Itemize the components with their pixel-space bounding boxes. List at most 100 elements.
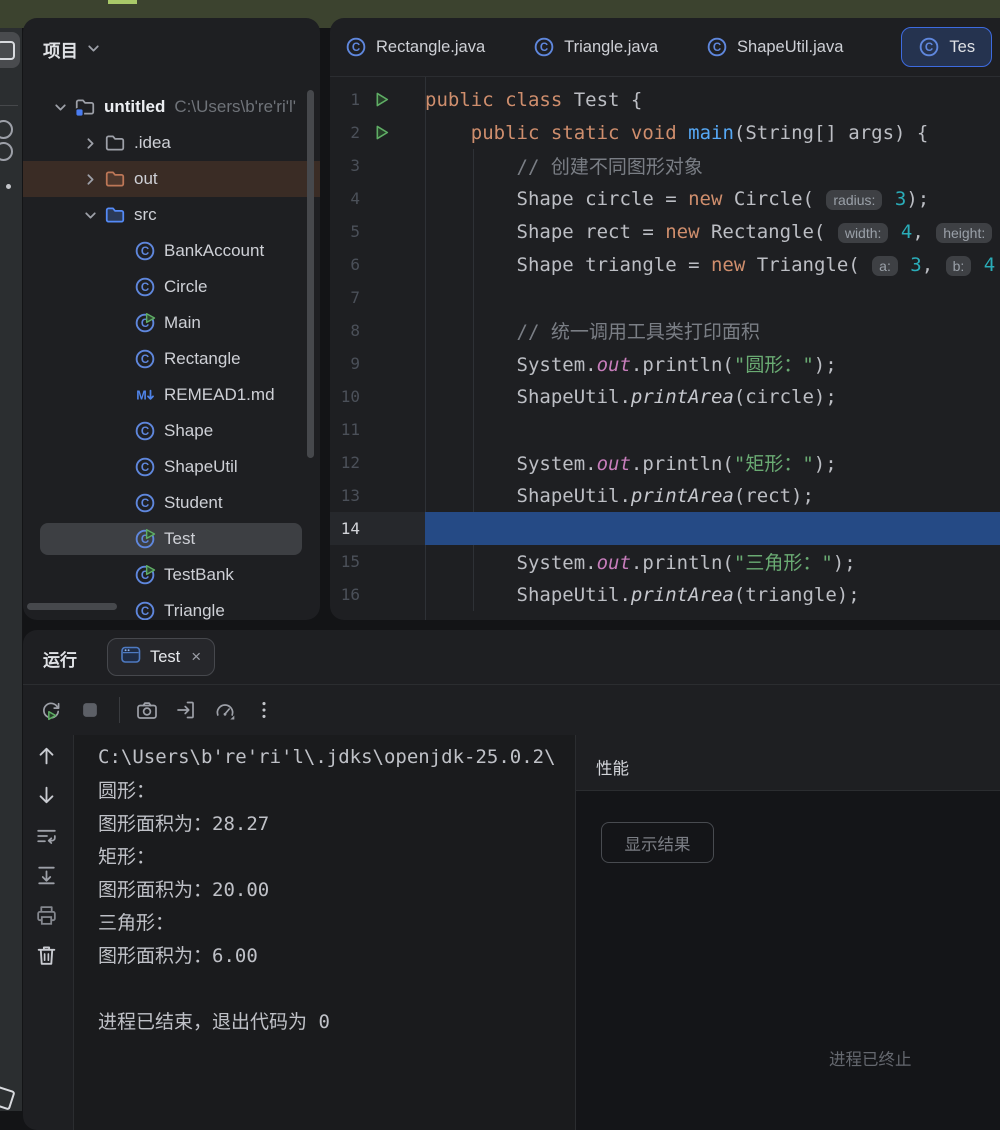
code-text: Shape circle = new Circle( radius: 3); bbox=[425, 188, 929, 210]
rerun-icon[interactable] bbox=[39, 698, 63, 722]
run-line-icon[interactable] bbox=[369, 91, 395, 108]
tree-item-out[interactable]: out bbox=[23, 161, 320, 197]
tree-item-main[interactable]: CMain bbox=[23, 305, 320, 341]
tree-item-untitled[interactable]: untitledC:\Users\b're'ri'l' bbox=[23, 89, 320, 125]
code-editor[interactable]: 1public class Test {2 public static void… bbox=[330, 77, 1000, 620]
chevron-right-icon[interactable] bbox=[77, 171, 103, 188]
svg-text:M: M bbox=[136, 388, 147, 402]
excluded-folder-icon bbox=[103, 168, 126, 191]
close-icon[interactable]: × bbox=[191, 647, 201, 667]
console-line: 圆形： bbox=[74, 773, 574, 806]
tree-item-shape[interactable]: CShape bbox=[23, 413, 320, 449]
console-line: 三角形： bbox=[74, 905, 574, 938]
code-line-3: 3 // 创建不同图形对象 bbox=[330, 149, 1000, 182]
profiler-icon[interactable] bbox=[213, 698, 237, 722]
console-output[interactable]: C:\Users\b're'ri'l\.jdks\openjdk-25.0.2\… bbox=[74, 740, 574, 1130]
line-number: 5 bbox=[330, 222, 360, 241]
line-number: 7 bbox=[330, 288, 360, 307]
editor-area[interactable]: CRectangle.javaCTriangle.java C ShapeUtil.… bbox=[330, 18, 1000, 620]
tree-item-bankaccount[interactable]: CBankAccount bbox=[23, 233, 320, 269]
class-icon: C bbox=[133, 600, 156, 621]
chevron-down-icon[interactable] bbox=[47, 99, 73, 116]
attach-icon[interactable] bbox=[174, 698, 198, 722]
scrollend-icon[interactable] bbox=[33, 862, 59, 888]
editor-tab-label: Triangle.java bbox=[564, 38, 658, 57]
parameter-hint: b: bbox=[946, 256, 972, 276]
editor-tab-rectangle-java[interactable]: CRectangle.java bbox=[330, 18, 509, 76]
editor-tab-shapeutil-java[interactable]: C ShapeUtil.java bbox=[682, 18, 867, 76]
editor-tab-triangle-java[interactable]: CTriangle.java bbox=[509, 18, 682, 76]
tree-item-src[interactable]: src bbox=[23, 197, 320, 233]
code-line-12: 12 System.out.println("矩形："); bbox=[330, 446, 1000, 479]
source-folder-icon bbox=[103, 204, 126, 227]
tree-item-remead1-md[interactable]: MREMEAD1.md bbox=[23, 377, 320, 413]
commit-tool-icon[interactable] bbox=[0, 142, 13, 161]
down-icon[interactable] bbox=[33, 782, 59, 808]
class-icon: C bbox=[133, 240, 156, 263]
more-dot-icon[interactable] bbox=[6, 184, 11, 189]
class-icon: C bbox=[133, 348, 156, 371]
tree-item-circle[interactable]: CCircle bbox=[23, 269, 320, 305]
run-toolbar bbox=[39, 685, 291, 735]
softwrap-icon[interactable] bbox=[33, 822, 59, 848]
print-icon[interactable] bbox=[33, 902, 59, 928]
project-panel: 项目 untitledC:\Users\b're'ri'l'.ideaout sr… bbox=[23, 18, 320, 620]
line-number: 4 bbox=[330, 189, 360, 208]
tree-horizontal-scrollbar[interactable] bbox=[27, 603, 117, 610]
tree-item-label: ShapeUtil bbox=[164, 457, 238, 477]
editor-tab-label: ShapeUtil.java bbox=[737, 38, 843, 57]
tree-item--idea[interactable]: .idea bbox=[23, 125, 320, 161]
code-line-2: 2 public static void main(String[] args)… bbox=[330, 116, 1000, 149]
tree-item-label: TestBank bbox=[164, 565, 234, 585]
code-text: // 统一调用工具类打印面积 bbox=[425, 317, 760, 344]
screenshot-icon[interactable] bbox=[135, 698, 159, 722]
stop-icon[interactable] bbox=[78, 698, 102, 722]
tree-item-label: Shape bbox=[164, 421, 213, 441]
tree-item-student[interactable]: CStudent bbox=[23, 485, 320, 521]
line-number: 15 bbox=[330, 552, 360, 571]
code-text: ShapeUtil.printArea(rect); bbox=[425, 485, 814, 507]
editor-tab-tes[interactable]: CTes bbox=[901, 27, 992, 67]
line-number: 3 bbox=[330, 156, 360, 175]
commit-tool-icon[interactable] bbox=[0, 120, 13, 139]
code-text: ShapeUtil.printArea(circle); bbox=[425, 386, 837, 408]
tree-item-label: Main bbox=[164, 313, 201, 333]
tree-item-testbank[interactable]: CTestBank bbox=[23, 557, 320, 593]
console-line: 矩形： bbox=[74, 839, 574, 872]
bottom-tool-icon[interactable] bbox=[0, 1085, 16, 1110]
chevron-right-icon[interactable] bbox=[77, 135, 103, 152]
up-icon[interactable] bbox=[33, 742, 59, 768]
toolbar-separator bbox=[119, 697, 120, 723]
svg-text:C: C bbox=[140, 246, 149, 258]
tree-item-label: untitled bbox=[104, 97, 165, 117]
tree-vertical-scrollbar[interactable] bbox=[307, 90, 314, 458]
run-tab-test[interactable]: Test × bbox=[107, 638, 215, 676]
tree-item-test[interactable]: CTest bbox=[23, 521, 320, 557]
code-text: ShapeUtil.printArea(triangle); bbox=[425, 584, 860, 606]
line-number: 13 bbox=[330, 486, 360, 505]
project-folder-icon bbox=[73, 96, 96, 119]
tree-item-shapeutil[interactable]: CShapeUtil bbox=[23, 449, 320, 485]
code-line-6: 6 Shape triangle = new Triangle( a: 3, b… bbox=[330, 248, 1000, 281]
class-icon: C bbox=[706, 36, 728, 58]
run-line-icon[interactable] bbox=[369, 124, 395, 141]
svg-text:C: C bbox=[140, 282, 149, 294]
trash-icon[interactable] bbox=[33, 942, 59, 968]
tree-item-label: src bbox=[134, 205, 157, 225]
chevron-down-icon[interactable] bbox=[77, 207, 103, 224]
code-lines: 1public class Test {2 public static void… bbox=[330, 83, 1000, 611]
tree-item-label: Triangle bbox=[164, 601, 225, 620]
performance-title: 性能 bbox=[596, 755, 629, 779]
performance-body: 显示结果 进程已终止 bbox=[576, 791, 1000, 1130]
parameter-hint: width: bbox=[838, 223, 889, 243]
code-text: Shape rect = new Rectangle( width: 4, he… bbox=[425, 221, 993, 243]
stripe-divider bbox=[0, 105, 18, 106]
project-tool-icon[interactable] bbox=[0, 32, 20, 68]
tree-item-rectangle[interactable]: CRectangle bbox=[23, 341, 320, 377]
svg-text:C: C bbox=[140, 606, 149, 618]
process-terminated-status: 进程已终止 bbox=[829, 1046, 912, 1070]
project-panel-header[interactable]: 项目 bbox=[43, 38, 102, 63]
show-results-button[interactable]: 显示结果 bbox=[601, 822, 714, 863]
more-icon[interactable] bbox=[252, 698, 276, 722]
code-text: Shape triangle = new Triangle( a: 3, b: … bbox=[425, 254, 995, 276]
